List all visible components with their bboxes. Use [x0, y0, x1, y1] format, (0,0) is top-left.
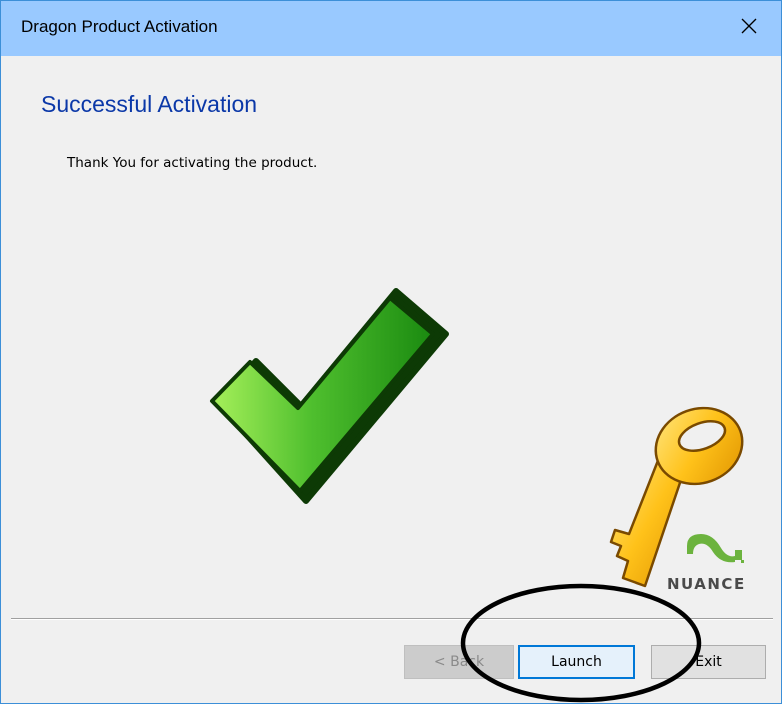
success-message: Thank You for activating the product.	[67, 155, 318, 171]
launch-button[interactable]: Launch	[518, 645, 635, 679]
close-icon	[741, 18, 757, 39]
brand-name: NUANCE	[667, 575, 746, 593]
checkmark-icon	[206, 286, 456, 516]
nuance-logo-icon	[685, 528, 745, 573]
back-button[interactable]: < Back	[404, 645, 514, 679]
window-title: Dragon Product Activation	[21, 17, 218, 36]
page-title: Successful Activation	[41, 91, 258, 117]
exit-button[interactable]: Exit	[651, 645, 766, 679]
divider	[11, 618, 773, 620]
title-bar[interactable]: Dragon Product Activation	[1, 1, 781, 56]
activation-dialog: Dragon Product Activation Successful Act…	[0, 0, 782, 704]
close-button[interactable]	[717, 1, 781, 56]
